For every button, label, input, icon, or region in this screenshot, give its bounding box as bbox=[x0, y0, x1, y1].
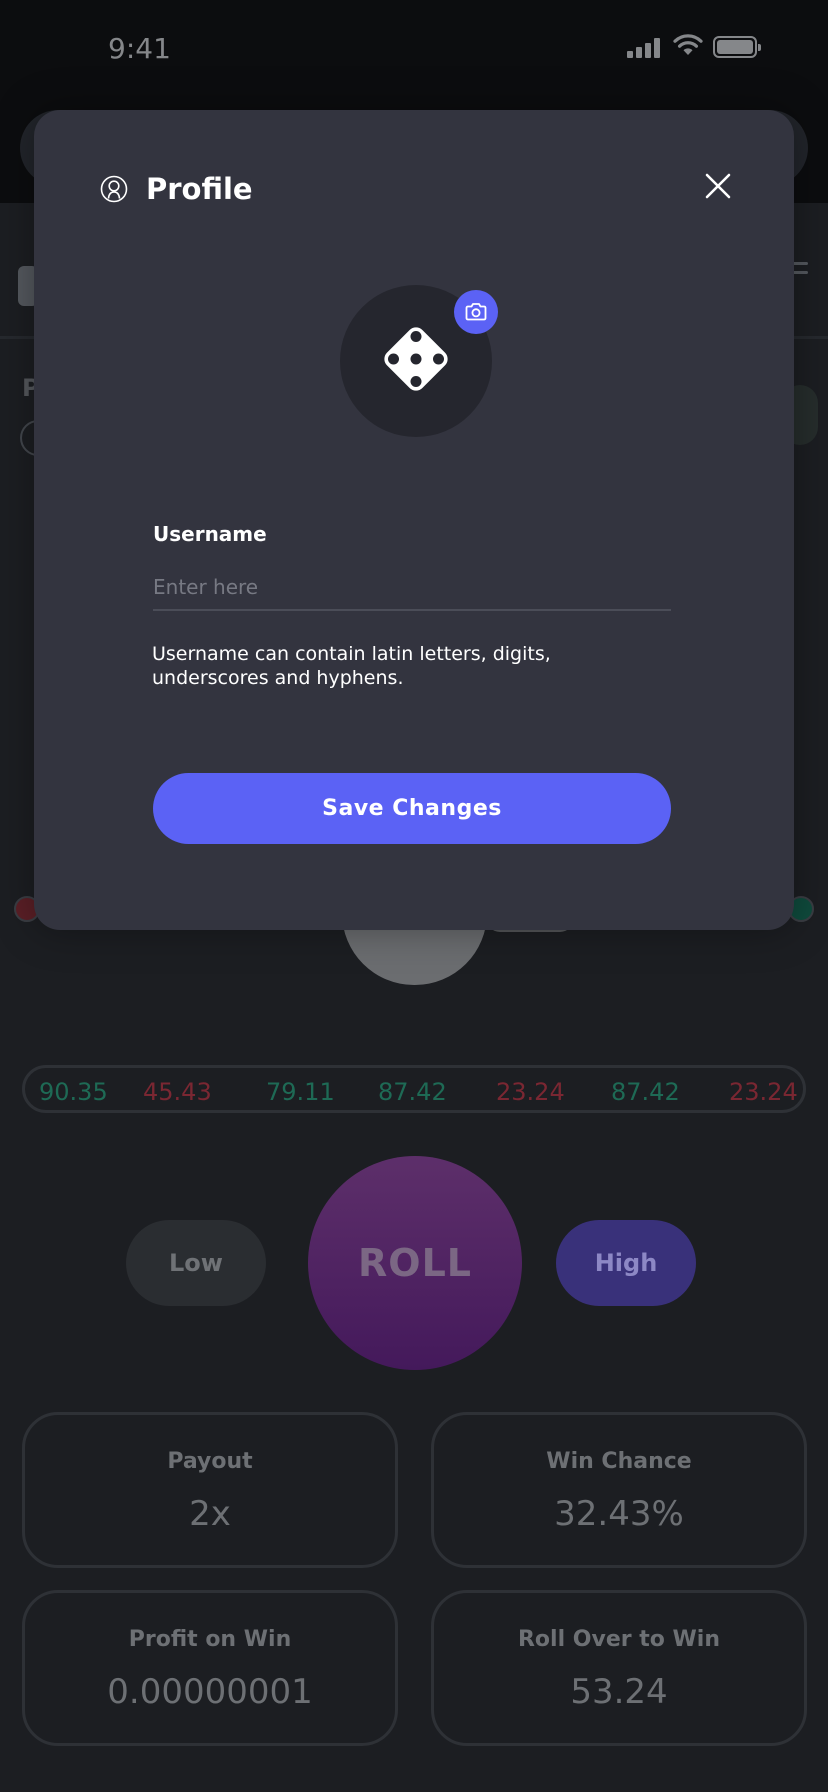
history-item: 79.11 bbox=[266, 1078, 335, 1106]
status-icons bbox=[627, 34, 761, 60]
stat-value: 0.00000001 bbox=[107, 1672, 313, 1712]
close-icon[interactable] bbox=[704, 172, 732, 200]
profile-modal: Profile Username Username can contain la… bbox=[34, 110, 794, 930]
stat-label: Profit on Win bbox=[128, 1627, 292, 1652]
battery-icon bbox=[713, 36, 761, 58]
stat-value: 2x bbox=[189, 1494, 231, 1534]
username-helper-text: Username can contain latin letters, digi… bbox=[152, 643, 551, 689]
roll-history-bar: 90.35 45.43 79.11 87.42 23.24 87.42 23.2… bbox=[22, 1065, 806, 1113]
history-item: 23.24 bbox=[729, 1078, 798, 1106]
username-label: Username bbox=[153, 522, 267, 546]
stat-label: Roll Over to Win bbox=[517, 1627, 721, 1652]
history-item: 23.24 bbox=[496, 1078, 565, 1106]
wifi-icon bbox=[673, 34, 703, 60]
camera-icon[interactable] bbox=[454, 290, 498, 334]
history-item: 87.42 bbox=[378, 1078, 447, 1106]
low-button[interactable]: Low bbox=[126, 1220, 266, 1306]
history-item: 45.43 bbox=[143, 1078, 212, 1106]
user-circle-icon bbox=[100, 175, 128, 203]
modal-title: Profile bbox=[146, 172, 253, 206]
stat-card-payout: Payout 2x bbox=[22, 1412, 398, 1568]
stat-card-roll-over: Roll Over to Win 53.24 bbox=[431, 1590, 807, 1746]
stat-card-win-chance: Win Chance 32.43% bbox=[431, 1412, 807, 1568]
username-input[interactable] bbox=[153, 565, 671, 611]
stat-value: 53.24 bbox=[570, 1672, 668, 1712]
signal-icon bbox=[627, 36, 663, 58]
dice-five-icon bbox=[374, 317, 458, 405]
stat-label: Payout bbox=[167, 1449, 253, 1474]
stat-value: 32.43% bbox=[554, 1494, 684, 1534]
modal-header: Profile bbox=[100, 172, 253, 206]
stat-label: Win Chance bbox=[546, 1449, 692, 1474]
high-button[interactable]: High bbox=[556, 1220, 696, 1306]
stat-card-profit-on-win: Profit on Win 0.00000001 bbox=[22, 1590, 398, 1746]
save-changes-button[interactable]: Save Changes bbox=[153, 773, 671, 844]
status-time: 9:41 bbox=[108, 32, 171, 65]
roll-button[interactable]: ROLL bbox=[308, 1156, 522, 1370]
history-item: 87.42 bbox=[611, 1078, 680, 1106]
history-item: 90.35 bbox=[39, 1078, 108, 1106]
